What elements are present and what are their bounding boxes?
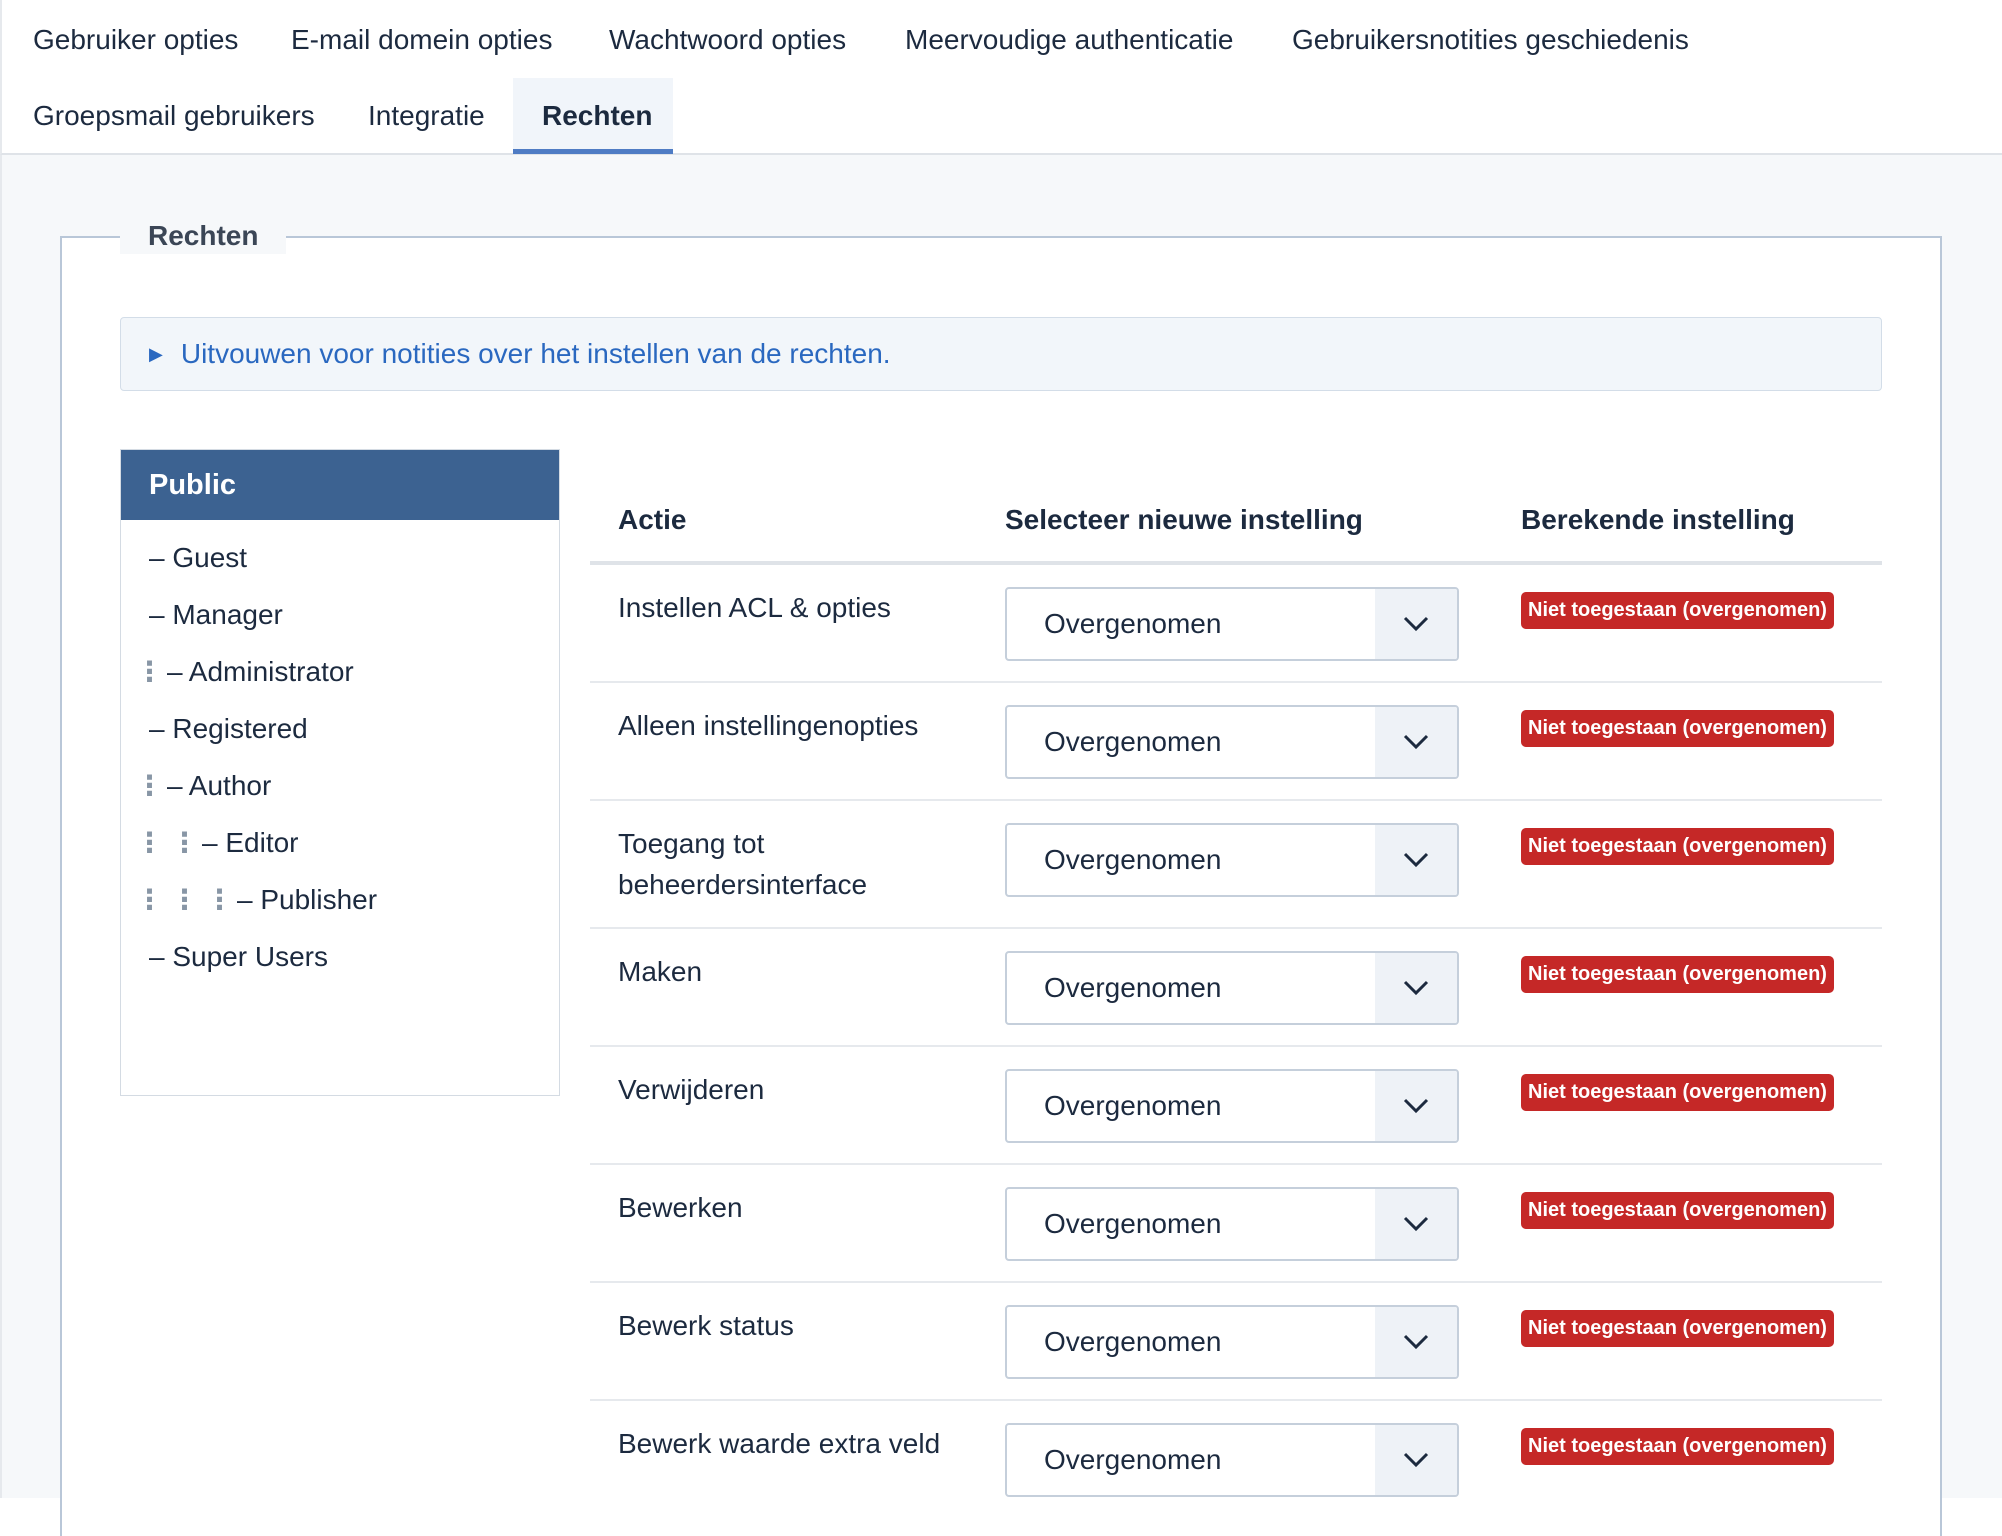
group-label: – Registered <box>149 713 308 744</box>
select-value: Overgenomen <box>1044 1444 1222 1475</box>
tab-email-domein-opties[interactable]: E-mail domein opties <box>262 2 581 78</box>
table-row-action: Toegang tot beheerdersinterface <box>618 828 868 900</box>
status-badge: Niet toegestaan (overgenomen) <box>1521 1310 1834 1347</box>
setting-select[interactable]: Overgenomen <box>1005 1187 1459 1261</box>
chevron-down-icon <box>1375 1071 1457 1141</box>
group-label: – Author <box>167 770 272 801</box>
group-item-author[interactable]: ⋮ – Author <box>121 761 559 811</box>
tab-bar: Gebruiker opties E-mail domein opties Wa… <box>0 0 2002 155</box>
group-item-registered[interactable]: – Registered <box>121 704 559 754</box>
chevron-down-icon <box>1375 825 1457 895</box>
permission-notes-toggle[interactable]: ▶ Uitvouwen voor notities over het inste… <box>120 317 1882 391</box>
status-badge: Niet toegestaan (overgenomen) <box>1521 956 1834 993</box>
select-value: Overgenomen <box>1044 726 1222 757</box>
row-divider <box>590 1163 1882 1165</box>
setting-select[interactable]: Overgenomen <box>1005 587 1459 661</box>
setting-select[interactable]: Overgenomen <box>1005 1305 1459 1379</box>
status-badge: Niet toegestaan (overgenomen) <box>1521 592 1834 629</box>
status-badge: Niet toegestaan (overgenomen) <box>1521 710 1834 747</box>
row-divider <box>590 927 1882 929</box>
table-row-action: Instellen ACL & opties <box>618 592 891 623</box>
tree-indent-dots-icon: ⋮ <box>135 884 164 915</box>
tree-indent-dots-icon: ⋮ <box>135 770 164 801</box>
tab-rechten[interactable]: Rechten <box>513 78 673 154</box>
tab-gebruiker-opties[interactable]: Gebruiker opties <box>4 2 267 78</box>
chevron-down-icon <box>1375 1189 1457 1259</box>
setting-select[interactable]: Overgenomen <box>1005 951 1459 1025</box>
row-divider <box>590 1045 1882 1047</box>
table-row-action: Verwijderen <box>618 1074 765 1105</box>
tab-meervoudige-authenticatie[interactable]: Meervoudige authenticatie <box>876 2 1262 78</box>
tree-indent-dots-icon: ⋮ <box>170 884 199 915</box>
table-header-divider <box>590 561 1882 565</box>
column-header-calculated: Berekende instelling <box>1521 504 1795 535</box>
chevron-down-icon <box>1375 1307 1457 1377</box>
chevron-down-icon <box>1375 953 1457 1023</box>
triangle-right-icon: ▶ <box>149 343 163 364</box>
select-value: Overgenomen <box>1044 844 1222 875</box>
group-label: – Administrator <box>167 656 354 687</box>
table-row-action: Alleen instellingenopties <box>618 710 919 741</box>
tab-integratie[interactable]: Integratie <box>339 78 514 154</box>
group-item-editor[interactable]: ⋮ ⋮ – Editor <box>121 818 559 868</box>
table-row-action: Bewerk status <box>618 1310 794 1341</box>
group-item-publisher[interactable]: ⋮ ⋮ ⋮ – Publisher <box>121 875 559 925</box>
chevron-down-icon <box>1375 589 1457 659</box>
column-header-action: Actie <box>618 504 687 535</box>
table-row-action: Bewerken <box>618 1192 743 1223</box>
status-badge: Niet toegestaan (overgenomen) <box>1521 828 1834 865</box>
group-label: – Manager <box>149 599 283 630</box>
select-value: Overgenomen <box>1044 608 1222 639</box>
row-divider <box>590 799 1882 801</box>
group-label: – Guest <box>149 542 248 573</box>
tab-groepsmail-gebruikers[interactable]: Groepsmail gebruikers <box>4 78 344 154</box>
group-label: – Editor <box>202 827 299 858</box>
select-value: Overgenomen <box>1044 1090 1222 1121</box>
setting-select[interactable]: Overgenomen <box>1005 705 1459 779</box>
table-row-action: Maken <box>618 956 703 987</box>
select-value: Overgenomen <box>1044 1208 1222 1239</box>
group-item-super-users[interactable]: – Super Users <box>121 932 559 982</box>
tab-wachtwoord-opties[interactable]: Wachtwoord opties <box>580 2 875 78</box>
group-label: – Super Users <box>149 941 328 972</box>
group-item-public[interactable]: Public <box>121 450 559 520</box>
tree-indent-dots-icon: ⋮ <box>170 827 199 858</box>
setting-select[interactable]: Overgenomen <box>1005 1423 1459 1497</box>
chevron-down-icon <box>1375 707 1457 777</box>
status-badge: Niet toegestaan (overgenomen) <box>1521 1428 1834 1465</box>
fieldset-legend: Rechten <box>120 218 287 254</box>
chevron-down-icon <box>1375 1425 1457 1495</box>
row-divider <box>590 681 1882 683</box>
row-divider <box>590 1399 1882 1401</box>
notes-label: Uitvouwen voor notities over het instell… <box>180 338 891 369</box>
group-item-manager[interactable]: – Manager <box>121 590 559 640</box>
tab-gebruikersnotities-geschiedenis[interactable]: Gebruikersnotities geschiedenis <box>1263 2 1718 78</box>
group-item-guest[interactable]: – Guest <box>121 533 559 583</box>
setting-select[interactable]: Overgenomen <box>1005 1069 1459 1143</box>
tree-indent-dots-icon: ⋮ <box>135 827 164 858</box>
status-badge: Niet toegestaan (overgenomen) <box>1521 1074 1834 1111</box>
table-row-action: Bewerk waarde extra veld <box>618 1428 941 1459</box>
tree-indent-dots-icon: ⋮ <box>135 656 164 687</box>
select-value: Overgenomen <box>1044 972 1222 1003</box>
status-badge: Niet toegestaan (overgenomen) <box>1521 1192 1834 1229</box>
tree-indent-dots-icon: ⋮ <box>205 884 234 915</box>
row-divider <box>590 1281 1882 1283</box>
select-value: Overgenomen <box>1044 1326 1222 1357</box>
column-header-select: Selecteer nieuwe instelling <box>1005 504 1363 535</box>
group-label: – Publisher <box>237 884 378 915</box>
user-group-list: Public – Guest – Manager ⋮ – Administrato… <box>120 449 560 1096</box>
group-item-administrator[interactable]: ⋮ – Administrator <box>121 647 559 697</box>
setting-select[interactable]: Overgenomen <box>1005 823 1459 897</box>
